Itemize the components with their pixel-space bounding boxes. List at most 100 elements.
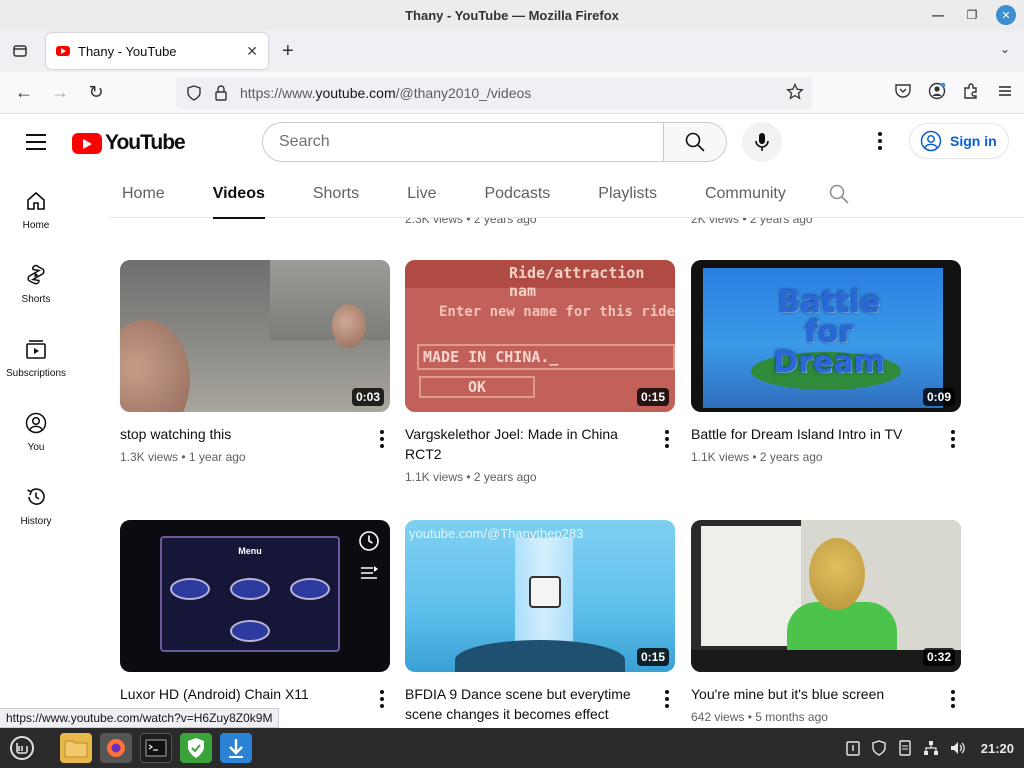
firefox-view-icon (13, 45, 27, 57)
firefox-icon (107, 739, 125, 757)
video-menu-icon[interactable] (665, 690, 669, 708)
tab-close-icon[interactable]: ✕ (246, 43, 258, 60)
video-title[interactable]: Vargskelethor Joel: Made in China RCT2 (405, 424, 645, 464)
menu-icon[interactable] (996, 82, 1014, 100)
youtube-logo-text: YouTube (105, 131, 186, 154)
files-taskbar-icon[interactable] (60, 733, 92, 763)
url-bar[interactable]: https://www.youtube.com/@thany2010_/vide… (176, 77, 812, 109)
reload-icon[interactable]: ↻ (78, 82, 114, 103)
voice-search-button[interactable] (742, 122, 782, 162)
minimize-icon[interactable]: — (928, 5, 948, 25)
video-title[interactable]: Luxor HD (Android) Chain X11 (120, 684, 360, 704)
youtube-favicon-icon (56, 46, 70, 56)
video-menu-icon[interactable] (380, 430, 384, 448)
video-card[interactable]: youtube.com/@Thanythep283 0:15 BFDIA 9 D… (405, 520, 675, 724)
duration-badge: 0:09 (922, 388, 955, 406)
rail-item-label: Home (22, 220, 50, 231)
toolbar-right (894, 82, 1014, 100)
video-thumbnail[interactable]: Menu (120, 520, 390, 672)
video-card[interactable]: 0:03 stop watching this 1.3K views • 1 y… (120, 260, 390, 464)
extensions-icon[interactable] (962, 82, 980, 100)
shield-check-icon (188, 738, 204, 758)
thumb-text: Battle for Dream (773, 285, 885, 380)
settings-more-icon[interactable] (870, 132, 890, 150)
history-icon (27, 488, 45, 505)
navigation-bar: ← → ↻ https://www.youtube.com/@thany2010… (0, 72, 1024, 114)
forward-icon[interactable]: → (42, 82, 78, 103)
channel-search-icon[interactable] (828, 183, 850, 205)
mint-logo-icon (10, 736, 34, 760)
clipboard-icon[interactable] (845, 740, 861, 756)
clock[interactable]: 21:20 (981, 741, 1014, 756)
downloader-taskbar-icon[interactable] (220, 733, 252, 763)
taskbar: 21:20 (0, 728, 1024, 768)
add-to-queue-icon[interactable] (358, 562, 380, 584)
account-icon[interactable] (928, 82, 946, 100)
user-circle-icon (920, 130, 942, 152)
video-menu-icon[interactable] (951, 690, 955, 708)
search-input[interactable] (262, 122, 664, 162)
start-menu-button[interactable] (6, 733, 38, 763)
thumb-text: Enter new name for this ride (439, 304, 675, 320)
watch-later-icon[interactable] (358, 530, 380, 552)
rail-item-subscriptions[interactable]: Subscriptions (0, 318, 72, 392)
security-shield-icon[interactable] (871, 740, 887, 756)
volume-icon[interactable] (949, 740, 967, 756)
close-window-icon[interactable]: ✕ (996, 5, 1016, 25)
tab-home[interactable]: Home (110, 170, 177, 218)
tab-videos[interactable]: Videos (201, 170, 277, 219)
you-icon (25, 412, 47, 434)
tab-playlists[interactable]: Playlists (586, 170, 669, 218)
video-title[interactable]: You're mine but it's blue screen (691, 684, 931, 704)
duration-badge: 0:32 (922, 648, 955, 666)
duration-badge: 0:15 (636, 648, 669, 666)
video-meta: 642 views • 5 months ago (691, 710, 828, 724)
rail-item-you[interactable]: You (0, 392, 72, 466)
video-title[interactable]: stop watching this (120, 424, 360, 444)
guide-menu-icon[interactable] (26, 134, 46, 155)
pocket-icon[interactable] (894, 82, 912, 100)
rail-item-home[interactable]: Home (0, 170, 72, 244)
new-tab-icon[interactable]: + (282, 40, 294, 63)
browser-tab-youtube[interactable]: Thany - YouTube ✕ (46, 33, 268, 69)
video-thumbnail[interactable]: 0:32 (691, 520, 961, 672)
video-menu-icon[interactable] (380, 690, 384, 708)
tab-shorts[interactable]: Shorts (301, 170, 371, 218)
maximize-icon[interactable]: ❐ (962, 5, 982, 25)
tab-podcasts[interactable]: Podcasts (472, 170, 562, 218)
video-thumbnail[interactable]: Battle for Dream 0:09 (691, 260, 961, 412)
terminal-taskbar-icon[interactable] (140, 733, 172, 763)
youtube-logo[interactable]: YouTube (72, 131, 186, 155)
video-thumbnail[interactable]: Ride/attraction nam Enter new name for t… (405, 260, 675, 412)
shield-icon[interactable] (186, 85, 202, 101)
channel-tabs: Home Videos Shorts Live Podcasts Playlis… (110, 170, 1024, 219)
video-thumbnail[interactable]: youtube.com/@Thanythep283 0:15 (405, 520, 675, 672)
bookmark-star-icon[interactable] (786, 83, 804, 101)
firefox-taskbar-icon[interactable] (100, 733, 132, 763)
rail-item-label: Shorts (21, 294, 51, 305)
video-card[interactable]: Battle for Dream 0:09 Battle for Dream I… (691, 260, 961, 464)
video-menu-icon[interactable] (951, 430, 955, 448)
rail-item-history[interactable]: History (0, 466, 72, 540)
video-menu-icon[interactable] (665, 430, 669, 448)
video-title[interactable]: BFDIA 9 Dance scene but everytime scene … (405, 684, 645, 724)
video-card[interactable]: Menu Luxor HD (Android) Chain X11 (120, 520, 390, 708)
video-title[interactable]: Battle for Dream Island Intro in TV (691, 424, 931, 444)
tab-community[interactable]: Community (693, 170, 798, 218)
update-manager-taskbar-icon[interactable] (180, 733, 212, 763)
video-card[interactable]: 0:32 You're mine but it's blue screen 64… (691, 520, 961, 724)
rail-item-shorts[interactable]: Shorts (0, 244, 72, 318)
search-button[interactable] (663, 122, 727, 162)
back-icon[interactable]: ← (6, 82, 42, 103)
thumb-text: MADE IN CHINA._ (417, 344, 675, 370)
video-thumbnail[interactable]: 0:03 (120, 260, 390, 412)
network-icon[interactable] (923, 740, 939, 756)
video-card[interactable]: Ride/attraction nam Enter new name for t… (405, 260, 675, 484)
chevron-down-icon[interactable]: ⌄ (1000, 42, 1010, 56)
download-arrow-icon (229, 739, 243, 758)
lock-icon[interactable] (214, 85, 228, 101)
notes-icon[interactable] (897, 740, 913, 756)
firefox-view-button[interactable] (0, 43, 40, 59)
sign-in-button[interactable]: Sign in (909, 123, 1009, 159)
tab-live[interactable]: Live (395, 170, 448, 218)
